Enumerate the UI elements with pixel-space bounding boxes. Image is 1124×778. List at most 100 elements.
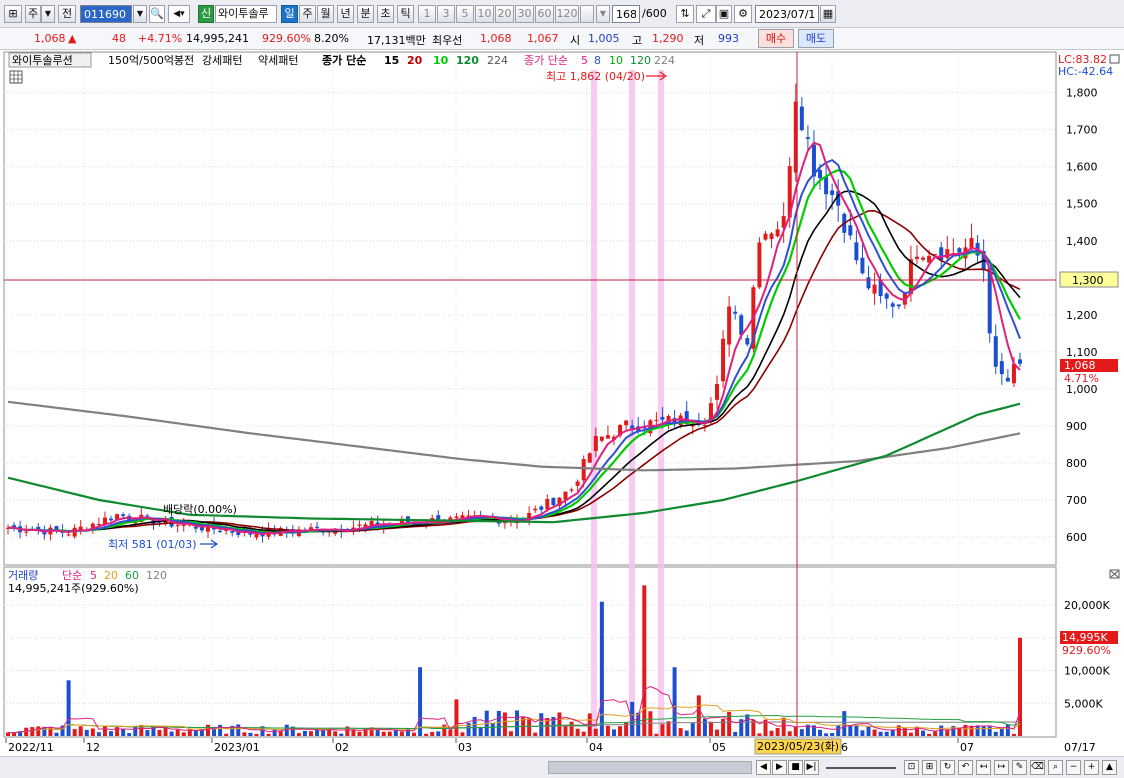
volume-bar <box>642 585 647 736</box>
play-icon[interactable]: ▶ <box>772 760 787 775</box>
sell-button[interactable]: 매도 <box>798 29 834 48</box>
volume-bar <box>236 724 241 736</box>
save-icon[interactable]: ▣ <box>716 5 732 23</box>
zoom-in-icon[interactable]: + <box>1084 760 1099 775</box>
search-icon[interactable]: 🔍 <box>149 5 165 23</box>
interval-3[interactable]: 3 <box>437 5 455 23</box>
table-toggle-icon[interactable] <box>9 70 23 84</box>
reload-icon[interactable]: ↻ <box>940 760 955 775</box>
volume-bar <box>84 729 89 736</box>
date-input[interactable] <box>755 5 819 23</box>
volume-bar <box>24 727 29 736</box>
interval-blank[interactable] <box>580 5 594 23</box>
volume-bar <box>387 731 392 736</box>
prev-button[interactable]: 전 <box>58 5 76 23</box>
volume-bar <box>296 733 301 736</box>
volume-bar <box>878 731 883 736</box>
zoom-slider[interactable] <box>826 767 896 769</box>
candle-body <box>654 419 659 421</box>
period-tab-year[interactable]: 년 <box>337 5 354 23</box>
period-tab-tick[interactable]: 틱 <box>397 5 414 23</box>
volume-bar <box>757 733 762 736</box>
candle-body <box>1005 377 1010 382</box>
ma2-legend-prefix: 종가 단순 <box>524 54 568 67</box>
scroll-track[interactable] <box>548 761 752 774</box>
interval-5[interactable]: 5 <box>456 5 474 23</box>
volume-value: 14,995,241 <box>186 32 249 45</box>
volume-bar <box>175 729 180 736</box>
zoom-reset-icon[interactable]: ⊡ <box>904 760 919 775</box>
candle-body <box>630 425 635 429</box>
best-ask: 1,068 <box>480 32 512 45</box>
candle-body <box>254 534 259 538</box>
best-bid: 1,067 <box>527 32 559 45</box>
stock-code-input[interactable] <box>80 5 132 23</box>
layout-icon[interactable]: ⊞ <box>4 5 22 23</box>
chart-area[interactable]: 와이투솔루션 150억/500억봉전 강세패턴 약세패턴 종가 단순 15 20… <box>0 50 1124 778</box>
volume-bar <box>357 731 362 736</box>
calendar-icon[interactable]: ▦ <box>820 5 836 23</box>
volume-panel[interactable] <box>3 566 1057 738</box>
candle-body <box>775 229 780 237</box>
interval-30[interactable]: 30 <box>515 5 534 23</box>
compress-icon[interactable]: ↤ <box>976 760 991 775</box>
sound-icon[interactable]: ◀▾ <box>168 5 190 23</box>
volume-bar <box>393 730 398 736</box>
high-annotation: 최고 1,862 (04/20) <box>546 70 645 83</box>
price-panel[interactable] <box>3 51 1057 566</box>
current-volume-pct: 929.60% <box>1062 644 1111 657</box>
chart-toolbar: ⊞ 주 ▼ 전 ▼ 🔍 ◀▾ 신 와이투솔루 일 주 월 년 분 초 틱 1 3… <box>0 0 1124 28</box>
period-tab-second[interactable]: 초 <box>377 5 394 23</box>
interval-dropdown-icon[interactable]: ▼ <box>596 5 610 23</box>
magnifier-icon[interactable]: ⌕ <box>1048 760 1063 775</box>
undo-icon[interactable]: ↶ <box>958 760 973 775</box>
period-tab-day[interactable]: 일 <box>281 5 298 23</box>
interval-20[interactable]: 20 <box>495 5 514 23</box>
eraser-icon[interactable]: ⌫ <box>1030 760 1045 775</box>
zoom-out-icon[interactable]: − <box>1066 760 1081 775</box>
scroll-end-icon[interactable]: ▶| <box>804 760 819 775</box>
panel-max-icon[interactable] <box>1109 54 1120 64</box>
expand-icon[interactable]: ↦ <box>994 760 1009 775</box>
ma2-legend-120: 120 <box>630 54 651 67</box>
volume-bar <box>169 731 174 736</box>
code-dropdown-icon[interactable]: ▼ <box>133 5 147 23</box>
volume-bar <box>12 732 17 736</box>
candle-body <box>860 257 865 274</box>
drawing-tool-icon[interactable]: ⤢ <box>696 5 716 23</box>
volume-bar <box>424 733 429 736</box>
candle-body <box>896 304 901 307</box>
period-tab-month[interactable]: 월 <box>317 5 334 23</box>
ma-legend-10: 10 <box>433 54 449 67</box>
scroll-top-icon[interactable]: ▲ <box>1102 760 1117 775</box>
type-dropdown-icon[interactable]: ▼ <box>41 5 55 23</box>
gear-icon[interactable]: ⚙ <box>734 5 752 23</box>
volume-legend-20: 20 <box>104 569 118 582</box>
interval-1[interactable]: 1 <box>418 5 436 23</box>
period-tab-minute[interactable]: 분 <box>357 5 374 23</box>
indicator-icon[interactable]: ⇅ <box>676 5 694 23</box>
interval-60[interactable]: 60 <box>535 5 554 23</box>
volume-bar <box>630 701 635 736</box>
interval-10[interactable]: 10 <box>475 5 494 23</box>
volume-bar <box>278 731 283 736</box>
candle-body <box>181 524 186 526</box>
period-tab-week[interactable]: 주 <box>299 5 316 23</box>
quote-bar: 1,068 ▲ 48 +4.71% 14,995,241 929.60% 8.2… <box>0 28 1124 50</box>
scroll-left-icon[interactable]: ◀ <box>756 760 771 775</box>
candle-body <box>66 534 71 536</box>
volume-legend-60: 60 <box>125 569 139 582</box>
type-selector[interactable]: 주 <box>25 5 41 23</box>
price-tick-label: 700 <box>1066 494 1087 507</box>
bar-count-input[interactable] <box>612 5 640 23</box>
stop-icon[interactable]: ■ <box>788 760 803 775</box>
ma-legend-120: 120 <box>456 54 479 67</box>
pencil-icon[interactable]: ✎ <box>1012 760 1027 775</box>
buy-button[interactable]: 매수 <box>758 29 794 48</box>
volume-bar <box>205 724 210 736</box>
interval-120[interactable]: 120 <box>555 5 579 23</box>
volume-ratio: 929.60% <box>262 32 311 45</box>
volume-bar <box>569 721 574 736</box>
zoom-fit-icon[interactable]: ⊞ <box>922 760 937 775</box>
dividend-annotation: 배당락(0.00%) <box>163 503 237 516</box>
